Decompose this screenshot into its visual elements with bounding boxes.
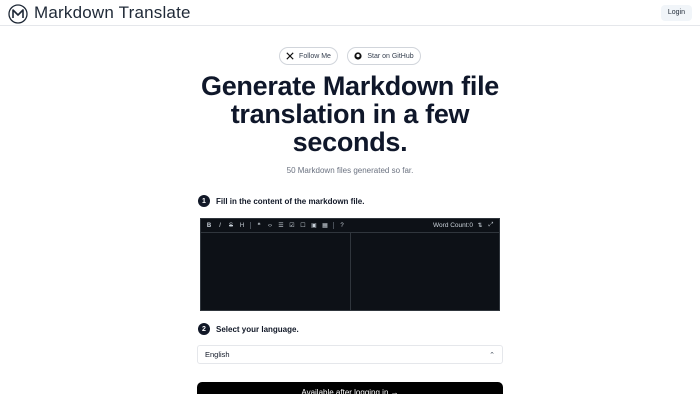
quote-icon[interactable]: ❝ bbox=[255, 221, 263, 230]
code-icon[interactable]: ‹› bbox=[266, 221, 274, 230]
step-2-heading: 2 Select your language. bbox=[198, 323, 299, 335]
m-logo-icon[interactable] bbox=[8, 4, 28, 24]
strikethrough-icon[interactable]: S bbox=[227, 221, 235, 230]
markdown-input-pane[interactable] bbox=[201, 233, 351, 311]
language-selected-value: English bbox=[205, 350, 230, 359]
help-icon[interactable]: ? bbox=[338, 221, 346, 230]
language-select[interactable]: English ⌃ bbox=[197, 345, 503, 364]
grid-icon[interactable]: ▦ bbox=[321, 221, 329, 230]
toolbar-divider bbox=[250, 222, 251, 229]
login-button[interactable]: Login bbox=[660, 5, 692, 21]
italic-icon[interactable]: I bbox=[216, 221, 224, 230]
heading-icon[interactable]: H bbox=[238, 221, 246, 230]
top-navbar: Markdown Translate Login bbox=[0, 0, 700, 26]
github-icon bbox=[354, 52, 362, 60]
fullscreen-icon[interactable]: ⤢ bbox=[487, 221, 495, 230]
translate-button[interactable]: Available after logging in → bbox=[197, 382, 503, 394]
checklist-icon[interactable]: ☑ bbox=[288, 221, 296, 230]
markdown-preview-pane bbox=[351, 233, 500, 311]
generated-count-text: 50 Markdown files generated so far. bbox=[286, 166, 414, 175]
step-1-number: 1 bbox=[198, 195, 210, 207]
brand-title[interactable]: Markdown Translate bbox=[34, 3, 191, 23]
bold-icon[interactable]: B bbox=[205, 221, 213, 230]
table-icon[interactable]: ☐ bbox=[299, 221, 307, 230]
step-1-heading: 1 Fill in the content of the markdown fi… bbox=[198, 195, 364, 207]
toolbar-divider bbox=[333, 222, 334, 229]
editor-toolbar: B I S H ❝ ‹› ☰ ☑ ☐ ▣ ▦ ? Word Count:0 ⇅ … bbox=[201, 219, 499, 233]
list-icon[interactable]: ☰ bbox=[277, 221, 285, 230]
hero-title: Generate Markdown file translation in a … bbox=[201, 71, 499, 157]
image-icon[interactable]: ▣ bbox=[310, 221, 318, 230]
markdown-editor[interactable]: B I S H ❝ ‹› ☰ ☑ ☐ ▣ ▦ ? Word Count:0 ⇅ … bbox=[200, 218, 500, 311]
chevron-up-icon: ⌃ bbox=[489, 351, 495, 359]
follow-me-button[interactable]: Follow Me bbox=[279, 47, 338, 65]
step-1-label: Fill in the content of the markdown file… bbox=[216, 196, 365, 206]
sync-scroll-icon[interactable]: ⇅ bbox=[476, 221, 484, 230]
follow-me-label: Follow Me bbox=[299, 52, 331, 60]
star-on-github-label: Star on GitHub bbox=[367, 52, 414, 60]
word-count: Word Count:0 bbox=[433, 222, 473, 229]
step-2-number: 2 bbox=[198, 323, 210, 335]
step-2-label: Select your language. bbox=[216, 324, 299, 334]
x-icon bbox=[286, 52, 294, 60]
star-on-github-button[interactable]: Star on GitHub bbox=[347, 47, 421, 65]
